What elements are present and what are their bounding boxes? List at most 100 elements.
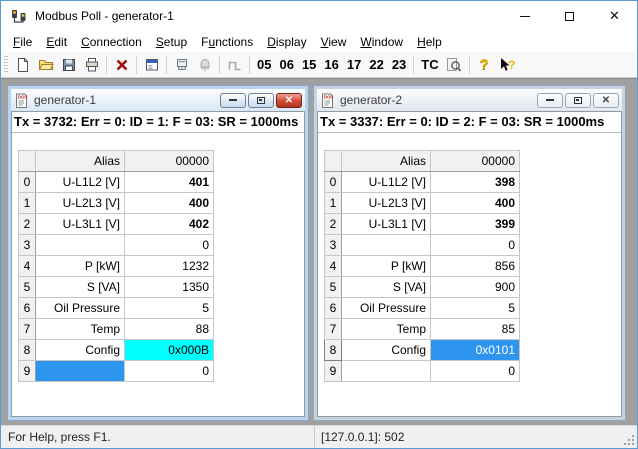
value-cell[interactable]: 400: [125, 193, 214, 214]
row-number[interactable]: 2: [325, 214, 342, 235]
row-number[interactable]: 6: [325, 298, 342, 319]
open-folder-icon[interactable]: [34, 54, 57, 76]
alias-cell[interactable]: U-L3L1 [V]: [36, 214, 125, 235]
toolbar-grip[interactable]: [4, 56, 8, 74]
row-number[interactable]: 3: [19, 235, 36, 256]
poll-window-generator-1[interactable]: DOC generator-1 ✕ Tx = 3732: Err = 0: ID…: [8, 86, 308, 420]
child-close-button[interactable]: ✕: [593, 93, 619, 108]
maximize-button[interactable]: [547, 1, 592, 31]
value-cell[interactable]: 398: [431, 172, 520, 193]
tc-button[interactable]: TC: [417, 57, 442, 72]
alias-cell[interactable]: S [VA]: [342, 277, 431, 298]
alias-cell[interactable]: Oil Pressure: [36, 298, 125, 319]
resize-grip-icon[interactable]: [624, 435, 634, 445]
child-titlebar[interactable]: DOC generator-1 ✕: [11, 89, 305, 111]
row-number[interactable]: 7: [19, 319, 36, 340]
child-titlebar[interactable]: DOC generator-2 ✕: [317, 89, 622, 111]
context-help-icon[interactable]: ?: [496, 54, 519, 76]
alias-cell[interactable]: [342, 361, 431, 382]
value-cell[interactable]: 88: [125, 319, 214, 340]
value-cell[interactable]: 1350: [125, 277, 214, 298]
alias-cell[interactable]: U-L2L3 [V]: [342, 193, 431, 214]
child-minimize-button[interactable]: [537, 93, 563, 108]
value-cell[interactable]: 402: [125, 214, 214, 235]
alias-cell[interactable]: U-L1L2 [V]: [36, 172, 125, 193]
alias-cell[interactable]: [342, 235, 431, 256]
disconnect-x-icon[interactable]: [110, 54, 133, 76]
row-number[interactable]: 5: [19, 277, 36, 298]
row-number[interactable]: 8: [325, 340, 342, 361]
alias-cell[interactable]: Config: [342, 340, 431, 361]
poll-definition-window-icon[interactable]: [140, 54, 163, 76]
menu-functions[interactable]: Functions: [194, 33, 260, 51]
row-number[interactable]: 0: [19, 172, 36, 193]
function-17-button[interactable]: 17: [343, 57, 365, 72]
menu-help[interactable]: Help: [410, 33, 449, 51]
row-number[interactable]: 4: [325, 256, 342, 277]
value-cell[interactable]: 0: [431, 235, 520, 256]
value-cell[interactable]: 5: [431, 298, 520, 319]
value-cell[interactable]: 1232: [125, 256, 214, 277]
child-restore-button[interactable]: [565, 93, 591, 108]
value-cell[interactable]: 400: [431, 193, 520, 214]
close-button[interactable]: ✕: [592, 1, 637, 31]
row-number[interactable]: 8: [19, 340, 36, 361]
alias-cell[interactable]: U-L1L2 [V]: [342, 172, 431, 193]
alias-cell[interactable]: Temp: [342, 319, 431, 340]
child-close-button[interactable]: ✕: [276, 93, 302, 108]
row-number[interactable]: 1: [325, 193, 342, 214]
value-cell[interactable]: 85: [431, 319, 520, 340]
monitor-icon[interactable]: [170, 54, 193, 76]
value-cell[interactable]: 0: [125, 361, 214, 382]
menu-window[interactable]: Window: [353, 33, 410, 51]
menu-file[interactable]: File: [6, 33, 39, 51]
value-cell[interactable]: 0: [125, 235, 214, 256]
row-number[interactable]: 9: [19, 361, 36, 382]
alias-cell[interactable]: [36, 361, 125, 382]
function-05-button[interactable]: 05: [253, 57, 275, 72]
function-15-button[interactable]: 15: [298, 57, 320, 72]
magnifier-document-icon[interactable]: [443, 54, 466, 76]
menu-edit[interactable]: Edit: [39, 33, 74, 51]
value-cell[interactable]: 0: [431, 361, 520, 382]
row-number[interactable]: 5: [325, 277, 342, 298]
child-restore-button[interactable]: [248, 93, 274, 108]
alias-cell[interactable]: [36, 235, 125, 256]
new-document-icon[interactable]: [11, 54, 34, 76]
value-cell[interactable]: 5: [125, 298, 214, 319]
value-cell[interactable]: 399: [431, 214, 520, 235]
value-cell[interactable]: 401: [125, 172, 214, 193]
square-wave-icon[interactable]: [223, 54, 246, 76]
minimize-button[interactable]: [502, 1, 547, 31]
value-cell[interactable]: 856: [431, 256, 520, 277]
row-number[interactable]: 2: [19, 214, 36, 235]
save-floppy-icon[interactable]: [57, 54, 80, 76]
alias-cell[interactable]: P [kW]: [342, 256, 431, 277]
child-minimize-button[interactable]: [220, 93, 246, 108]
value-cell[interactable]: 0x0101: [431, 340, 520, 361]
help-question-icon[interactable]: ?: [473, 54, 496, 76]
alias-cell[interactable]: Oil Pressure: [342, 298, 431, 319]
function-16-button[interactable]: 16: [320, 57, 342, 72]
menu-connection[interactable]: Connection: [74, 33, 149, 51]
row-number[interactable]: 9: [325, 361, 342, 382]
alias-cell[interactable]: P [kW]: [36, 256, 125, 277]
poll-window-generator-2[interactable]: DOC generator-2 ✕ Tx = 3337: Err = 0: ID…: [314, 86, 625, 420]
function-06-button[interactable]: 06: [275, 57, 297, 72]
row-number[interactable]: 1: [19, 193, 36, 214]
menu-setup[interactable]: Setup: [149, 33, 194, 51]
bell-icon[interactable]: [193, 54, 216, 76]
alias-cell[interactable]: Temp: [36, 319, 125, 340]
row-number[interactable]: 4: [19, 256, 36, 277]
menu-display[interactable]: Display: [260, 33, 313, 51]
row-number[interactable]: 6: [19, 298, 36, 319]
row-number[interactable]: 3: [325, 235, 342, 256]
function-22-button[interactable]: 22: [365, 57, 387, 72]
alias-cell[interactable]: U-L2L3 [V]: [36, 193, 125, 214]
value-cell[interactable]: 0x000B: [125, 340, 214, 361]
alias-cell[interactable]: S [VA]: [36, 277, 125, 298]
row-number[interactable]: 7: [325, 319, 342, 340]
alias-cell[interactable]: Config: [36, 340, 125, 361]
print-icon[interactable]: [80, 54, 103, 76]
function-23-button[interactable]: 23: [388, 57, 410, 72]
